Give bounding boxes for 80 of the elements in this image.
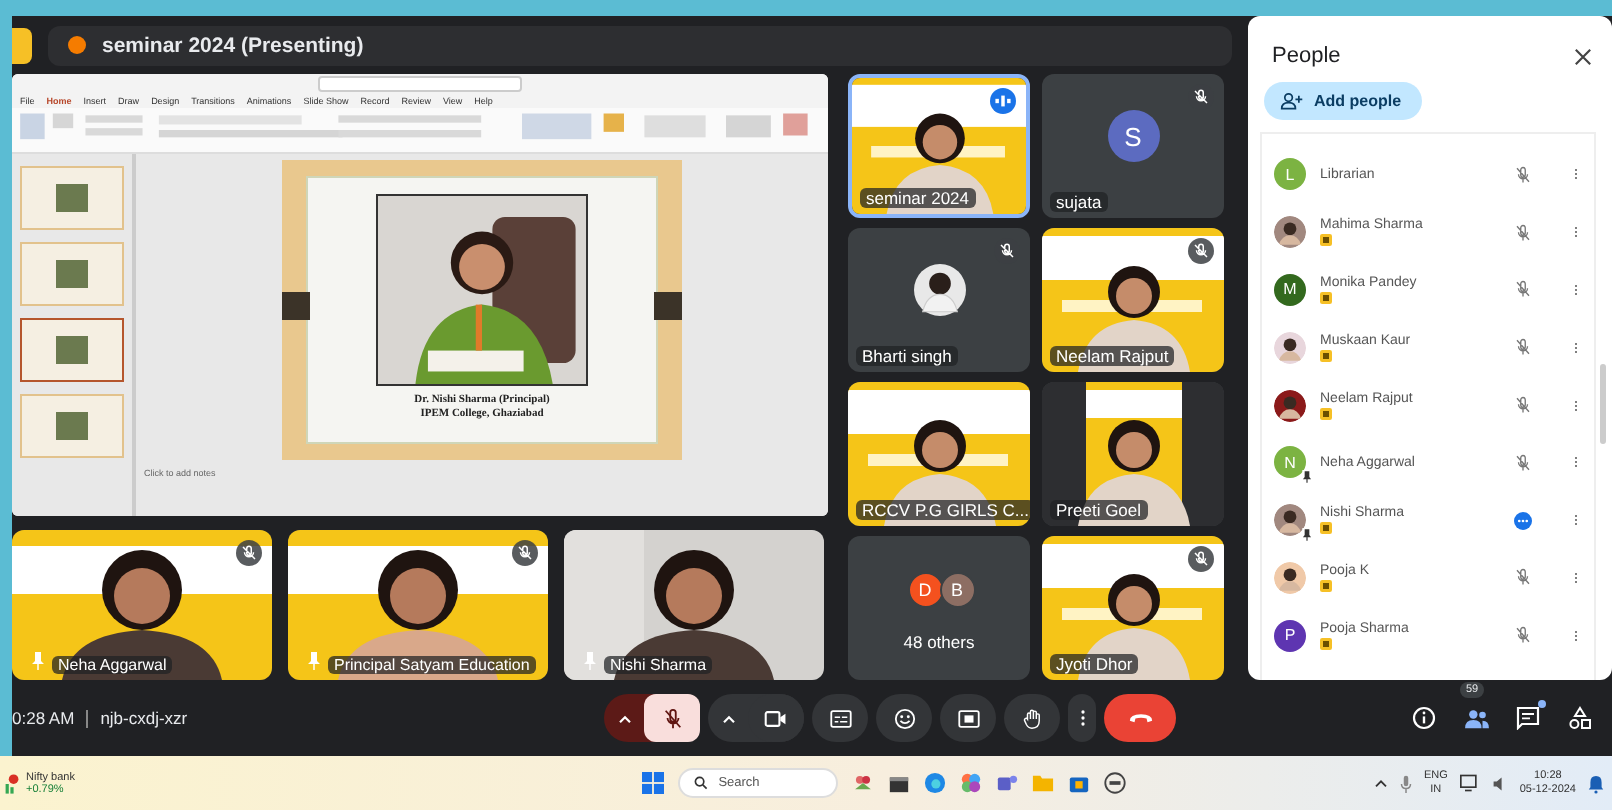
captions-button[interactable] (812, 694, 868, 742)
phone-icon (1127, 712, 1153, 724)
caret-icon (617, 713, 631, 723)
more-icon (1079, 708, 1085, 728)
avatar: S (1107, 110, 1159, 162)
chat-button[interactable] (1512, 702, 1544, 734)
participant-name: Neha Aggarwal (52, 656, 173, 674)
caret-icon[interactable] (1373, 778, 1388, 788)
speaker-icon[interactable] (1491, 775, 1508, 791)
activities-button[interactable] (1564, 702, 1596, 734)
close-icon[interactable] (1574, 47, 1592, 65)
present-screen-icon (957, 709, 979, 727)
microphone-off-icon (661, 707, 683, 729)
video-tile[interactable]: Jyoti Dhor (1042, 536, 1224, 680)
meeting-time: 0:28 AM (12, 708, 75, 728)
slide-thumbnail[interactable] (20, 242, 124, 306)
meeting-code: njb-cxdj-xzr (100, 708, 188, 728)
search-field[interactable] (318, 76, 522, 92)
search-icon (694, 776, 709, 790)
video-tile[interactable]: Neha Aggarwal (12, 530, 272, 680)
hand-icon (1021, 707, 1043, 729)
participant-name: seminar 2024 (860, 188, 976, 208)
chart-icon (4, 773, 20, 793)
person-add-icon (1280, 92, 1304, 110)
microphone-icon[interactable] (1399, 773, 1412, 793)
video-tile[interactable]: D B 48 others (848, 536, 1030, 680)
microphone-button[interactable] (644, 694, 700, 742)
video-tile[interactable]: S sujata (1042, 74, 1224, 218)
video-tile[interactable]: seminar 2024 (848, 74, 1030, 218)
bag-icon[interactable] (1068, 772, 1091, 794)
end-button[interactable] (1104, 694, 1176, 742)
avatar: B (939, 572, 975, 608)
info-button[interactable] (1408, 702, 1440, 734)
video-tile[interactable]: Principal Satyam Education (288, 530, 548, 680)
video-tile[interactable]: Preeti Goel (1042, 382, 1224, 526)
hand-button[interactable] (1004, 694, 1060, 742)
participant-name: Nishi Sharma (604, 656, 713, 674)
avatar: L (1274, 158, 1306, 191)
meeting-title: seminar 2024 (Presenting) (48, 25, 1232, 65)
present-button[interactable] (940, 694, 996, 742)
add-people-button[interactable]: Add people (1264, 82, 1422, 120)
participant-name: sujata (1050, 192, 1108, 212)
shapes-icon (1568, 706, 1592, 730)
app-logo-icon (12, 27, 32, 63)
panel-title: People (1272, 44, 1341, 68)
browser-icon[interactable] (924, 772, 947, 794)
window-icon[interactable] (888, 772, 911, 794)
avatar: M (1274, 273, 1306, 306)
video-tile[interactable]: Nishi Sharma (564, 530, 824, 680)
circle-logo-icon[interactable] (1104, 772, 1127, 794)
slide-thumbnail[interactable] (20, 318, 124, 382)
info-icon (1412, 706, 1436, 730)
speaking-icon (990, 88, 1016, 114)
windows-start-icon[interactable] (642, 772, 665, 794)
chat-icon (1516, 706, 1540, 730)
captions-icon (829, 709, 851, 727)
hearts-icon[interactable] (852, 772, 875, 794)
participant-name: Bharti singh (856, 346, 958, 366)
bell-icon[interactable] (1588, 773, 1604, 793)
video-tile[interactable]: Neelam Rajput (1042, 228, 1224, 372)
participant-name: Principal Satyam Education (328, 656, 536, 674)
participant-name: 48 others (901, 632, 977, 652)
monitor-icon[interactable] (1459, 774, 1480, 792)
caret-icon (721, 713, 735, 723)
emoji-icon (893, 707, 915, 729)
slide-thumbnail[interactable] (20, 394, 124, 458)
video-tile[interactable]: Bharti singh (848, 228, 1030, 372)
avatar: N (1274, 446, 1306, 479)
video-tile[interactable]: RCCV P.G GIRLS C... (848, 382, 1030, 526)
slide-thumbnail[interactable] (20, 166, 124, 230)
participant-name: Preeti Goel (1050, 500, 1148, 520)
emoji-button[interactable] (876, 694, 932, 742)
camera-icon (764, 709, 788, 727)
avatar: P (1274, 619, 1306, 652)
participant-name: Jyoti Dhor (1050, 654, 1139, 674)
avatar: D (907, 572, 943, 608)
more-button[interactable] (1068, 694, 1096, 742)
flower-icon[interactable] (960, 772, 983, 794)
participant-name: Neelam Rajput (1050, 346, 1175, 366)
participant-name: RCCV P.G GIRLS C... (856, 500, 1030, 520)
